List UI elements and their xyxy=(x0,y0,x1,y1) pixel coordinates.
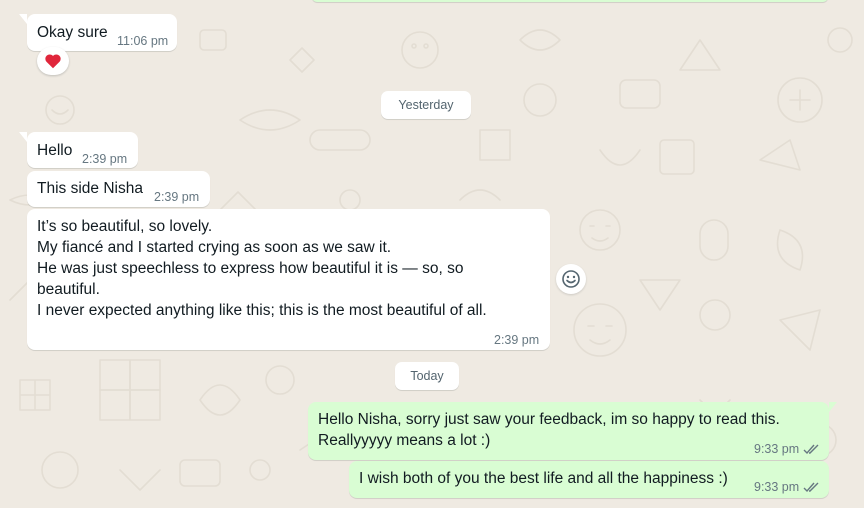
message-bubble-incoming[interactable]: Okay sure 11:06 pm xyxy=(19,14,177,52)
time-text: 9:33 pm xyxy=(754,442,800,456)
read-double-tick-icon xyxy=(803,482,819,493)
message-line: Reallyyyyy means a lot :) xyxy=(318,432,491,449)
message-text: Hello xyxy=(37,142,73,159)
message-text: This side Nisha xyxy=(37,180,143,197)
message-text: Okay sure xyxy=(37,24,108,41)
message-time: 2:39 pm xyxy=(82,149,127,170)
message-line: He was just speechless to express how be… xyxy=(37,260,464,277)
message-time: 2:39 pm xyxy=(154,187,199,208)
date-separator-today: Today xyxy=(395,362,459,390)
message-line: I never expected anything like this; thi… xyxy=(37,302,487,319)
message-time: 11:06 pm xyxy=(117,31,168,52)
clipped-outgoing-bubble[interactable] xyxy=(312,0,828,2)
bubble-tail xyxy=(19,14,27,24)
message-bubble-incoming[interactable]: Hello 2:39 pm xyxy=(19,132,138,170)
date-separator-yesterday: Yesterday xyxy=(381,91,471,119)
message-bubble-incoming[interactable]: It’s so beautiful, so lovely. My fiancé … xyxy=(27,209,550,350)
message-line: It’s so beautiful, so lovely. xyxy=(37,218,213,235)
message-bubble-outgoing[interactable]: Hello Nisha, sorry just saw your feedbac… xyxy=(308,402,837,460)
reaction-badge[interactable] xyxy=(37,47,69,75)
emoji-smiley-icon xyxy=(562,270,580,288)
time-text: 9:33 pm xyxy=(754,480,800,494)
time-text: 2:39 pm xyxy=(82,152,128,166)
message-text-block: It’s so beautiful, so lovely. My fiancé … xyxy=(37,216,487,321)
message-time: 9:33 pm xyxy=(754,477,821,498)
chat-panel: Okay sure 11:06 pm Yesterday Hello 2:39 … xyxy=(0,0,864,508)
message-text: I wish both of you the best life and all… xyxy=(359,470,728,487)
heart-icon xyxy=(45,54,61,69)
react-button[interactable] xyxy=(556,264,586,294)
message-line: My fiancé and I started crying as soon a… xyxy=(37,239,392,256)
message-time: 2:39 pm xyxy=(494,330,539,351)
message-bubble-outgoing[interactable]: I wish both of you the best life and all… xyxy=(349,461,829,498)
bubble-tail xyxy=(19,132,27,142)
time-text: 2:39 pm xyxy=(494,333,540,347)
bubble-tail xyxy=(829,402,837,412)
message-text-block: Hello Nisha, sorry just saw your feedbac… xyxy=(318,409,780,451)
time-text: 2:39 pm xyxy=(154,190,200,204)
time-text: 11:06 pm xyxy=(117,34,169,48)
message-line: beautiful. xyxy=(37,281,100,298)
message-bubble-incoming[interactable]: This side Nisha 2:39 pm xyxy=(27,171,210,207)
message-line: Hello Nisha, sorry just saw your feedbac… xyxy=(318,411,780,428)
read-double-tick-icon xyxy=(803,444,819,455)
message-time: 9:33 pm xyxy=(754,439,821,460)
